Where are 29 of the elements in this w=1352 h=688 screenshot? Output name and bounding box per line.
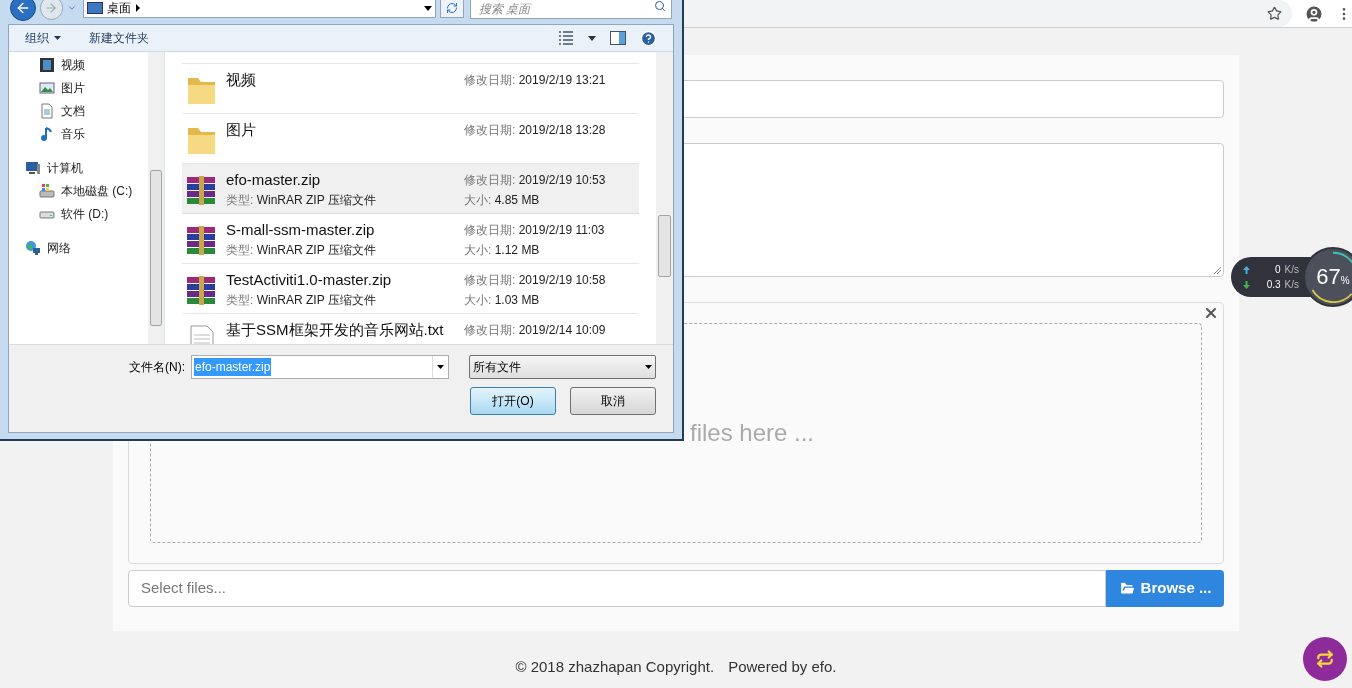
filename-label: 文件名(N): bbox=[129, 359, 185, 376]
file-modified: 修改日期: 2019/2/19 11:03 bbox=[464, 222, 606, 239]
address-text: 桌面 bbox=[106, 0, 131, 17]
file-name: TestActiviti1.0-master.zip bbox=[226, 270, 393, 290]
file-modified: 修改日期: 2019/2/19 10:53 bbox=[464, 172, 607, 189]
download-speed: 0.3 bbox=[1266, 278, 1281, 292]
filename-value: efo-master.zip bbox=[194, 358, 272, 376]
file-size: 大小: 1.03 MB bbox=[464, 292, 541, 309]
file-size: 大小: 4.85 MB bbox=[464, 192, 541, 209]
file-modified: 修改日期: 2019/2/19 10:58 bbox=[464, 272, 607, 289]
file-type: 类型: WinRAR ZIP 压缩文件 bbox=[226, 192, 377, 209]
file-name: 视频 bbox=[226, 70, 257, 90]
file-size: 大小: 1.12 MB bbox=[464, 242, 541, 259]
usage-percent: 67% bbox=[1316, 266, 1350, 288]
file-name: 图片 bbox=[226, 120, 257, 140]
file-name: 基于SSM框架开发的音乐网站.txt bbox=[226, 320, 445, 340]
upload-speed: 0 bbox=[1275, 263, 1281, 277]
file-type: 类型: WinRAR ZIP 压缩文件 bbox=[226, 242, 377, 259]
file-name: S-mall-ssm-master.zip bbox=[226, 220, 376, 240]
download-unit: K/s bbox=[1284, 278, 1299, 292]
file-modified: 修改日期: 2019/2/14 10:09 bbox=[464, 322, 607, 339]
copyright-text: © 2018 zhazhapan Copyright. bbox=[515, 657, 715, 677]
drop-zone-text: files here ... bbox=[689, 418, 815, 448]
file-modified: 修改日期: 2019/2/19 13:21 bbox=[464, 72, 607, 89]
powered-by-text: Powered by efo. bbox=[728, 657, 837, 677]
file-type: 类型: WinRAR ZIP 压缩文件 bbox=[226, 292, 377, 309]
upload-unit: K/s bbox=[1284, 263, 1299, 277]
file-name: efo-master.zip bbox=[226, 170, 322, 190]
file-modified: 修改日期: 2019/2/18 13:28 bbox=[464, 122, 607, 139]
